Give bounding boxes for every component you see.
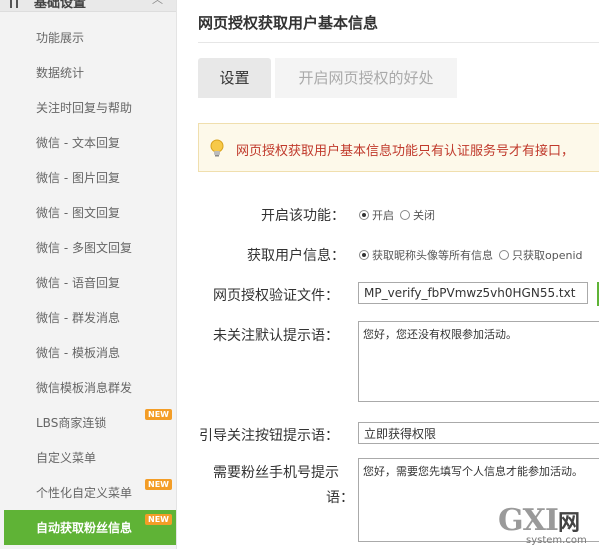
sidebar-item-multi-news-reply[interactable]: 微信 - 多图文回复: [4, 230, 176, 265]
sidebar-item-label: 自定义菜单: [36, 451, 97, 465]
new-badge: NEW: [145, 514, 172, 525]
sidebar-item-voice-reply[interactable]: 微信 - 语音回复: [4, 265, 176, 300]
watermark-domain: system.com: [526, 535, 587, 546]
sidebar-item-personalized-menu[interactable]: 个性化自定义菜单 NEW: [4, 475, 176, 510]
new-badge: NEW: [145, 409, 172, 420]
get-info-label: 获取用户信息：: [247, 248, 345, 264]
chevron-up-icon[interactable]: ︿: [152, 0, 163, 7]
notice-text: 网页授权获取用户基本信息功能只有认证服务号才有接口，: [236, 144, 575, 159]
sidebar-item-label: 自动获取粉丝信息: [36, 521, 133, 535]
settings-icon: [10, 0, 18, 8]
unfollow-tip-label: 未关注默认提示语：: [213, 328, 339, 344]
enable-radio-group: 开启 关闭: [359, 207, 441, 223]
phone-tip-label-line2: 语：: [326, 490, 354, 506]
radio-enable-off[interactable]: [400, 210, 410, 220]
sidebar-section-header[interactable]: 基础设置 ︿: [0, 0, 176, 12]
sidebar: 基础设置 ︿ 功能展示 数据统计 关注时回复与帮助 微信 - 文本回复 微信 -…: [0, 0, 177, 549]
phone-tip-label-line1: 需要粉丝手机号提示: [213, 465, 339, 481]
sidebar-item-template-message[interactable]: 微信 - 模板消息: [4, 335, 176, 370]
verify-file-input[interactable]: [358, 282, 588, 304]
sidebar-section-title: 基础设置: [34, 0, 87, 11]
sidebar-item-label: 微信 - 图片回复: [36, 171, 120, 185]
tab-auth-benefits[interactable]: 开启网页授权的好处: [275, 58, 457, 98]
watermark-letters: GXI: [498, 503, 559, 538]
radio-openid-only[interactable]: [499, 250, 509, 260]
new-badge: NEW: [145, 479, 172, 490]
page-title: 网页授权获取用户基本信息: [198, 14, 379, 32]
sidebar-item-follow-reply[interactable]: 关注时回复与帮助: [4, 90, 176, 125]
enable-label: 开启该功能：: [261, 208, 345, 224]
verify-file-label: 网页授权验证文件：: [213, 288, 339, 304]
follow-button-tip-label: 引导关注按钮提示语：: [199, 428, 339, 444]
sidebar-item-label: 功能展示: [36, 31, 85, 45]
sidebar-item-label: 微信 - 文本回复: [36, 136, 120, 150]
radio-label: 开启: [372, 209, 394, 222]
sidebar-item-statistics[interactable]: 数据统计: [4, 55, 176, 90]
sidebar-item-label: 个性化自定义菜单: [36, 486, 133, 500]
main-panel: 网页授权获取用户基本信息 设置 开启网页授权的好处 网页授权获取用户基本信息功能…: [178, 0, 599, 549]
watermark-logo: GXI网 system.com: [498, 503, 599, 549]
sidebar-item-label: 微信 - 群发消息: [36, 311, 120, 325]
sidebar-item-label: 微信 - 语音回复: [36, 276, 120, 290]
sidebar-item-label: LBS商家连锁: [36, 416, 107, 430]
radio-get-all[interactable]: [359, 250, 369, 260]
sidebar-item-label: 微信 - 模板消息: [36, 346, 120, 360]
unfollow-tip-textarea[interactable]: 您好，您还没有权限参加活动。: [358, 321, 599, 402]
tab-settings[interactable]: 设置: [198, 58, 271, 98]
sidebar-item-lbs-chain[interactable]: LBS商家连锁 NEW: [4, 405, 176, 440]
watermark-text: GXI网: [498, 503, 580, 538]
sidebar-item-label: 微信模板消息群发: [36, 381, 133, 395]
sidebar-item-label: 微信 - 图文回复: [36, 206, 120, 220]
watermark-cn: 网: [557, 511, 580, 536]
sidebar-item-auto-fan-info[interactable]: 自动获取粉丝信息 NEW: [4, 510, 176, 545]
sidebar-item-label: 微信 - 多图文回复: [36, 241, 132, 255]
sidebar-item-label: 关注时回复与帮助: [36, 101, 133, 115]
follow-button-tip-input[interactable]: [358, 422, 599, 444]
sidebar-item-custom-menu[interactable]: 自定义菜单: [4, 440, 176, 475]
sidebar-item-feature-display[interactable]: 功能展示: [4, 20, 176, 55]
sidebar-item-image-reply[interactable]: 微信 - 图片回复: [4, 160, 176, 195]
sidebar-item-text-reply[interactable]: 微信 - 文本回复: [4, 125, 176, 160]
radio-enable-on[interactable]: [359, 210, 369, 220]
sidebar-item-news-reply[interactable]: 微信 - 图文回复: [4, 195, 176, 230]
radio-label: 关闭: [413, 209, 435, 222]
sidebar-item-label: 数据统计: [36, 66, 85, 80]
sidebar-item-mass-message[interactable]: 微信 - 群发消息: [4, 300, 176, 335]
radio-label: 获取昵称头像等所有信息: [372, 249, 493, 262]
notice-banner: 网页授权获取用户基本信息功能只有认证服务号才有接口，: [198, 123, 599, 172]
radio-label: 只获取openid: [512, 249, 583, 262]
lightbulb-icon: [210, 139, 224, 157]
get-info-radio-group: 获取昵称头像等所有信息 只获取openid: [359, 247, 589, 263]
sidebar-item-template-mass[interactable]: 微信模板消息群发: [4, 370, 176, 405]
title-divider: [198, 42, 599, 43]
